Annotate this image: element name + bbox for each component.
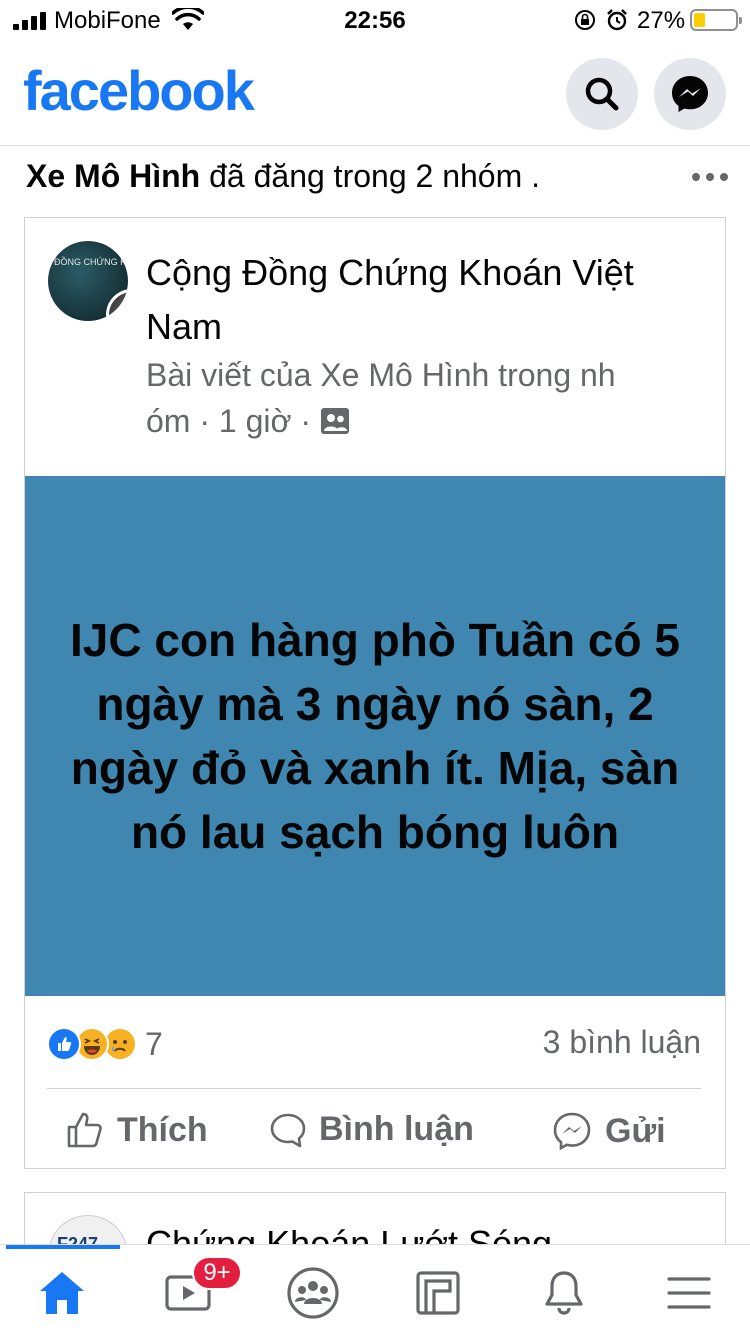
post-meta-line2: óm · 1 giờ · xyxy=(146,403,312,439)
home-icon xyxy=(40,1272,84,1314)
video-notification-badge: 9+ xyxy=(192,1256,242,1290)
tab-groups[interactable] xyxy=(283,1263,343,1323)
author-avatar[interactable] xyxy=(106,289,128,321)
messenger-icon xyxy=(672,76,708,112)
post-action-text: đã đăng trong 2 nhóm . xyxy=(200,158,541,194)
rotation-lock-icon xyxy=(575,10,595,30)
tab-pages[interactable] xyxy=(408,1263,468,1323)
group-name[interactable]: Cộng Đồng Chứng Khoán Việt Nam xyxy=(146,246,666,354)
facebook-logo[interactable]: facebook xyxy=(23,58,255,123)
comment-label: Bình luận xyxy=(319,1110,474,1148)
search-icon xyxy=(585,77,619,111)
shared-post-header: Xe Mô Hình đã đăng trong 2 nhóm . xyxy=(26,158,540,195)
tab-notifications[interactable] xyxy=(534,1263,594,1323)
more-options-icon[interactable] xyxy=(692,173,728,183)
alarm-icon xyxy=(607,9,627,31)
battery-icon xyxy=(690,9,742,31)
avatar-caption: ĐỒNG CHỨNG K xyxy=(54,257,127,267)
post-banner-text: IJC con hàng phò Tuần có 5 ngày mà 3 ngà… xyxy=(70,614,680,858)
comment-icon xyxy=(270,1113,306,1147)
reaction-count: 7 xyxy=(145,1025,163,1062)
like-reaction-icon xyxy=(47,1027,81,1061)
thumbs-up-icon xyxy=(67,1112,102,1148)
post-author[interactable]: Xe Mô Hình xyxy=(26,158,200,194)
bottom-tab-bar xyxy=(0,1244,750,1334)
post-card: ĐỒNG CHỨNG K Cộng Đồng Chứng Khoán Việt … xyxy=(24,217,726,1169)
like-button[interactable]: Thích xyxy=(65,1110,208,1150)
active-tab-indicator xyxy=(6,1245,120,1249)
groups-icon xyxy=(287,1267,339,1319)
battery-percent: 27% xyxy=(637,7,686,34)
post-meta: Bài viết của Xe Mô Hình trong nh óm · 1 … xyxy=(146,352,686,444)
app-header: facebook xyxy=(0,40,750,146)
messenger-button[interactable] xyxy=(654,58,726,130)
tab-menu[interactable] xyxy=(659,1263,719,1323)
post-text-banner[interactable]: IJC con hàng phò Tuần có 5 ngày mà 3 ngà… xyxy=(25,476,725,996)
send-label: Gửi xyxy=(605,1111,666,1150)
bell-icon xyxy=(545,1271,583,1315)
status-bar: MobiFone 22:56 27% xyxy=(0,0,750,40)
like-label: Thích xyxy=(117,1110,208,1149)
pages-icon xyxy=(416,1271,460,1315)
comment-button[interactable]: Bình luận xyxy=(269,1110,474,1149)
group-privacy-icon xyxy=(321,408,350,434)
post-actions: Thích Bình luận Gửi xyxy=(25,1098,725,1164)
tab-home[interactable] xyxy=(32,1263,92,1323)
messenger-outline-icon xyxy=(553,1112,591,1151)
comment-count[interactable]: 3 bình luận xyxy=(543,1024,701,1061)
hamburger-menu-icon xyxy=(667,1277,711,1309)
post-meta-line1: Bài viết của Xe Mô Hình trong nh xyxy=(146,357,616,393)
group-avatar[interactable]: ĐỒNG CHỨNG K xyxy=(48,241,128,321)
search-button[interactable] xyxy=(566,58,638,130)
reactions-summary[interactable]: 7 xyxy=(47,1026,163,1062)
action-divider xyxy=(47,1088,701,1089)
send-button[interactable]: Gửi xyxy=(551,1110,666,1152)
